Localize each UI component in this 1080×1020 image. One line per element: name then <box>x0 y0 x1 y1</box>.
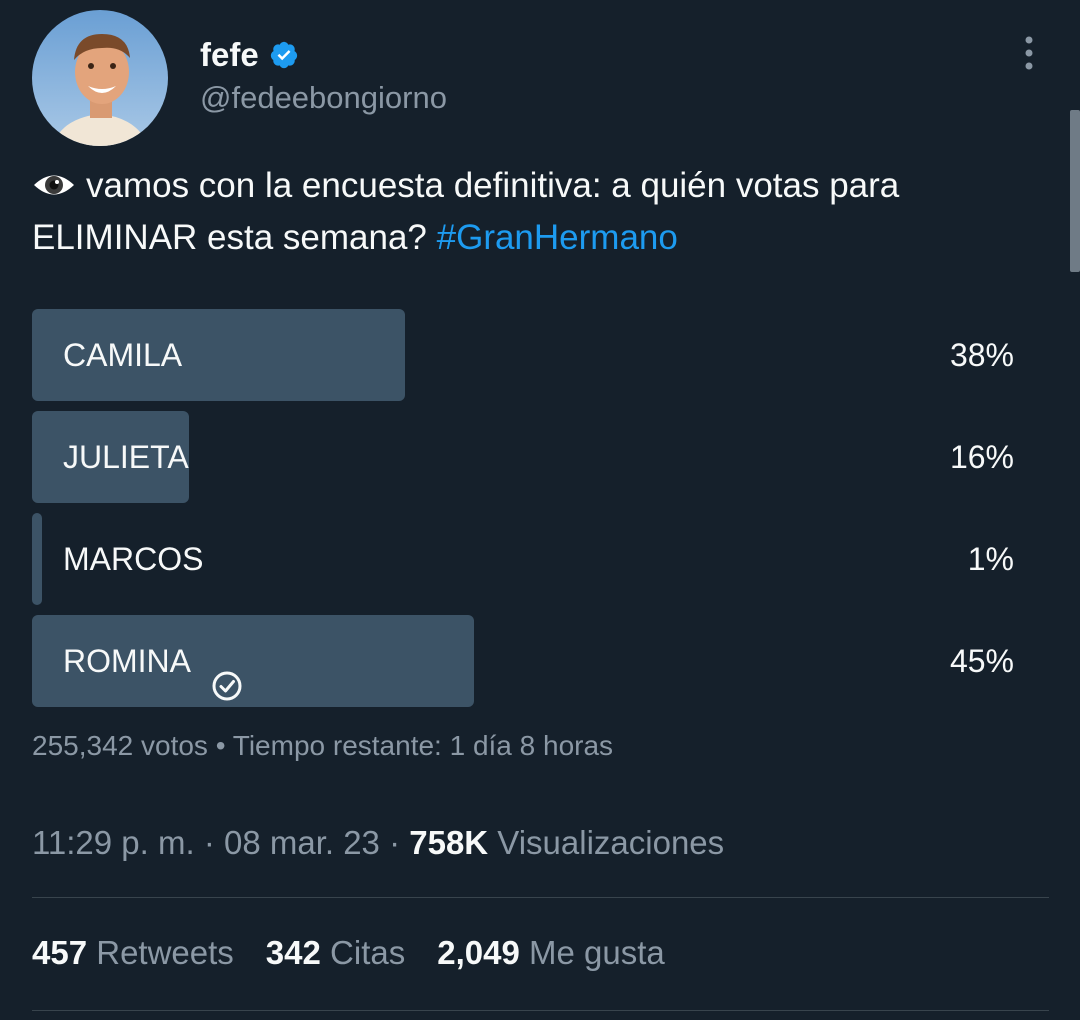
poll-option-label-row: ROMINA <box>63 615 243 707</box>
avatar[interactable] <box>32 10 168 146</box>
author-display-name[interactable]: fefe <box>200 36 259 74</box>
hashtag-link[interactable]: #GranHermano <box>437 218 678 257</box>
views-count: 758K <box>409 824 489 861</box>
poll-option-label-row: MARCOS <box>63 513 203 605</box>
poll-option-label: MARCOS <box>63 541 204 577</box>
quotes-label: Citas <box>320 934 406 971</box>
retweets-label: Retweets <box>87 934 234 971</box>
check-circle-icon <box>211 645 243 701</box>
more-vertical-icon[interactable] <box>1018 34 1040 74</box>
engagement-stats: 457 Retweets 342 Citas 2,049 Me gusta <box>32 934 697 972</box>
likes-stat[interactable]: 2,049 Me gusta <box>437 934 665 972</box>
retweets-stat[interactable]: 457 Retweets <box>32 934 234 972</box>
tweet-timestamp: 11:29 p. m. · 08 mar. 23 · 758K Visualiz… <box>32 824 724 862</box>
views-label: Visualizaciones <box>488 824 725 861</box>
tweet-text: vamos con la encuesta definitiva: a quié… <box>32 160 1032 264</box>
poll-option: CAMILA 38% <box>32 309 1014 401</box>
poll-option-percent: 1% <box>967 541 1014 577</box>
author-handle[interactable]: @fedeebongiorno <box>200 80 447 116</box>
poll-option: ROMINA 45% <box>32 615 1014 707</box>
poll-meta: 255,342 votos • Tiempo restante: 1 día 8… <box>32 730 614 761</box>
time-date-link[interactable]: 11:29 p. m. · 08 mar. 23 · <box>32 824 409 861</box>
quotes-stat[interactable]: 342 Citas <box>266 934 405 972</box>
poll-option-label: CAMILA <box>63 337 183 373</box>
scrollbar[interactable] <box>1070 110 1080 272</box>
poll-bar <box>32 513 42 605</box>
poll-option: MARCOS 1% <box>32 513 1014 605</box>
verified-badge-icon <box>269 40 299 70</box>
poll-option-label: JULIETA <box>63 439 189 475</box>
poll-option-percent: 38% <box>949 337 1014 373</box>
likes-label: Me gusta <box>519 934 665 971</box>
divider <box>32 897 1049 898</box>
divider <box>32 1010 1049 1011</box>
eye-emoji-icon <box>32 163 76 195</box>
poll-option-label-row: JULIETA <box>63 411 189 503</box>
poll-option-percent: 45% <box>949 643 1014 679</box>
retweets-count: 457 <box>32 934 88 971</box>
quotes-count: 342 <box>265 934 321 971</box>
likes-count: 2,049 <box>437 934 520 971</box>
poll-option-label-row: CAMILA <box>63 309 182 401</box>
poll-option-percent: 16% <box>949 439 1014 475</box>
author-name-row[interactable]: fefe <box>200 36 299 74</box>
poll-option-label: ROMINA <box>63 643 191 679</box>
poll-option: JULIETA 16% <box>32 411 1014 503</box>
avatar-image <box>32 10 168 146</box>
